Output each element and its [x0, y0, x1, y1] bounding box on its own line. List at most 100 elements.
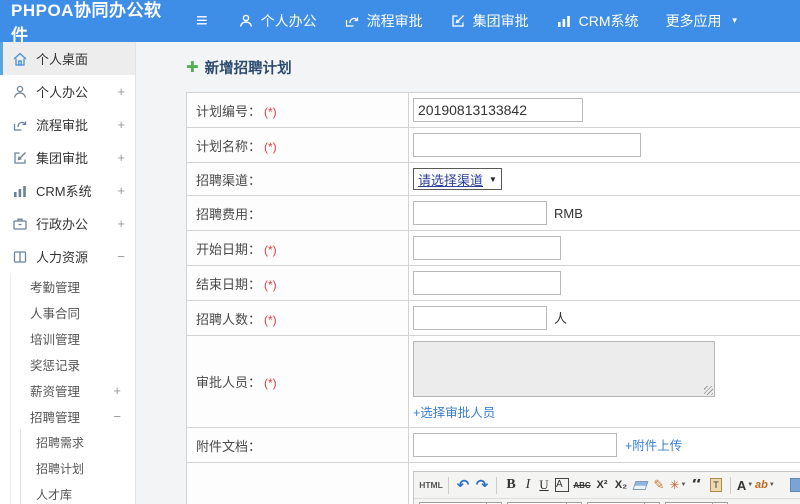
expand-toggle[interactable]: + — [113, 383, 121, 398]
table-row: 开始日期： (*) — [186, 230, 800, 266]
sidebar-item-label: 个人办公 — [36, 85, 89, 100]
sidebar-item-label: CRM系统 — [36, 184, 92, 199]
required-mark: (*) — [264, 242, 277, 257]
channel-select[interactable]: 请选择渠道 ▼ — [413, 168, 502, 190]
page-title-text: 新增招聘计划 — [204, 61, 292, 77]
headcount-input[interactable] — [413, 306, 547, 330]
hr-submenu: 考勤管理 人事合同 培训管理 奖惩记录 薪资管理 + 招聘管理 − 招聘需求 招… — [10, 273, 135, 504]
home-icon — [12, 51, 28, 67]
plan-name-input[interactable] — [413, 133, 641, 157]
table-row: 招聘费用： RMB — [186, 195, 800, 231]
nav-more-apps[interactable]: 更多应用 ▼ — [666, 11, 739, 31]
end-date-input[interactable] — [413, 271, 561, 295]
submenu-item-rewards[interactable]: 奖惩记录 — [11, 351, 135, 377]
table-row: 招聘渠道： 请选择渠道 ▼ — [186, 162, 800, 196]
bold-button[interactable]: B — [502, 474, 520, 496]
sidebar-item-label: 流程审批 — [36, 118, 89, 133]
main-content: ✚ 新增招聘计划 计划编号：(*) 计划名称：(*) — [137, 42, 800, 504]
nav-label: 流程审批 — [366, 13, 423, 29]
highlight-color-button[interactable]: ab ▼ — [755, 474, 775, 496]
sidebar: 个人桌面 个人办公 + 流程审批 + 集团审批 + CRM系统 + 行政办公 +… — [0, 42, 136, 504]
fee-input[interactable] — [413, 201, 547, 225]
table-row: 计划名称： (*) — [186, 127, 800, 163]
font-color-button[interactable]: A ▼ — [736, 474, 754, 496]
caret-down-icon: ▼ — [768, 482, 775, 488]
submenu-item-recruit-demand[interactable]: 招聘需求 — [21, 429, 135, 455]
superscript-button[interactable]: X² — [593, 474, 611, 496]
format-brush-button[interactable]: ✎ — [650, 474, 668, 496]
subscript-button[interactable]: X₂ — [612, 474, 630, 496]
add-icon: ✚ — [186, 59, 199, 76]
person-icon — [238, 13, 254, 29]
nav-label: 更多应用 — [665, 13, 722, 29]
nav-personal-office[interactable]: 个人办公 — [238, 11, 317, 31]
submenu-item-recruitment[interactable]: 招聘管理 − — [11, 403, 135, 429]
clipped-toolbar-button[interactable] — [776, 474, 800, 496]
expand-toggle[interactable]: + — [117, 150, 125, 165]
expand-toggle[interactable]: − — [117, 249, 125, 264]
nav-workflow-approval[interactable]: 流程审批 — [344, 11, 423, 31]
eraser-icon — [632, 480, 648, 490]
select-approver-link[interactable]: +选择审批人员 — [413, 406, 495, 420]
caret-down-icon: ▼ — [489, 174, 497, 184]
toolbar-separator — [448, 476, 449, 494]
sidebar-item-admin-office[interactable]: 行政办公 + — [0, 207, 135, 240]
field-label: 计划编号： — [196, 103, 262, 119]
edit-icon — [12, 150, 28, 166]
expand-toggle[interactable]: + — [117, 216, 125, 231]
sidebar-item-workflow-approval[interactable]: 流程审批 + — [0, 108, 135, 141]
blockquote-button[interactable]: “ — [688, 479, 706, 491]
expand-toggle[interactable]: + — [117, 183, 125, 198]
paste-text-button[interactable]: T — [707, 474, 725, 496]
sidebar-item-desktop[interactable]: 个人桌面 — [0, 42, 135, 75]
html-source-button[interactable]: HTML — [419, 474, 443, 496]
plan-number-input[interactable] — [413, 98, 583, 122]
expand-toggle[interactable]: + — [117, 117, 125, 132]
caret-down-icon: ▼ — [680, 482, 687, 488]
fee-unit: RMB — [554, 206, 583, 221]
attachment-input[interactable] — [413, 433, 617, 457]
submenu-item-training[interactable]: 培训管理 — [11, 325, 135, 351]
underline-button[interactable]: U — [536, 474, 552, 496]
nav-group-approval[interactable]: 集团审批 — [450, 11, 529, 31]
sidebar-item-crm[interactable]: CRM系统 + — [0, 174, 135, 207]
italic-button[interactable]: I — [521, 474, 535, 496]
edit-icon — [450, 13, 466, 29]
attachment-upload-link[interactable]: +附件上传 — [625, 439, 682, 453]
start-date-input[interactable] — [413, 236, 561, 260]
toolbar-separator — [496, 476, 497, 494]
redo-button[interactable]: ↷ — [473, 474, 491, 496]
nav-label: 集团审批 — [472, 13, 529, 29]
toolbar-separator — [730, 476, 731, 494]
recruit-plan-form: 计划编号：(*) 计划名称：(*) 招聘渠道： — [186, 92, 800, 504]
recruitment-submenu: 招聘需求 招聘计划 人才库 — [20, 429, 135, 504]
table-row: 招聘人数： (*) 人 — [186, 300, 800, 336]
menu-toggle-icon[interactable]: ≡ — [196, 11, 208, 31]
required-mark: (*) — [264, 104, 277, 119]
clipped-icon — [789, 478, 800, 492]
submenu-item-attendance[interactable]: 考勤管理 — [11, 273, 135, 299]
strikethrough-button[interactable]: ABC — [572, 474, 592, 496]
remove-format-button[interactable] — [631, 474, 649, 496]
approver-textarea[interactable] — [413, 341, 715, 397]
font-box-button[interactable]: A — [553, 474, 571, 496]
sidebar-item-hr[interactable]: 人力资源 − — [0, 240, 135, 273]
quick-format-button[interactable]: ✳ ▼ — [669, 474, 687, 496]
table-row: 结束日期： (*) — [186, 265, 800, 301]
caret-down-icon: ▼ — [747, 482, 754, 488]
undo-button[interactable]: ↶ — [454, 474, 472, 496]
person-icon — [12, 84, 28, 100]
submenu-item-salary[interactable]: 薪资管理 + — [11, 377, 135, 403]
expand-toggle[interactable]: + — [117, 84, 125, 99]
submenu-item-talent-pool[interactable]: 人才库 — [21, 481, 135, 504]
submenu-item-recruit-plan[interactable]: 招聘计划 — [21, 455, 135, 481]
table-row: 附件文档： +附件上传 — [186, 427, 800, 463]
nav-crm-system[interactable]: CRM系统 — [556, 11, 639, 31]
submenu-label: 招聘需求 — [36, 435, 85, 450]
app-logo: PHPOA协同办公软件 — [11, 1, 162, 45]
caret-down-icon: ▼ — [730, 16, 739, 25]
sidebar-item-personal-office[interactable]: 个人办公 + — [0, 75, 135, 108]
expand-toggle[interactable]: − — [113, 409, 121, 424]
submenu-item-contracts[interactable]: 人事合同 — [11, 299, 135, 325]
sidebar-item-group-approval[interactable]: 集团审批 + — [0, 141, 135, 174]
